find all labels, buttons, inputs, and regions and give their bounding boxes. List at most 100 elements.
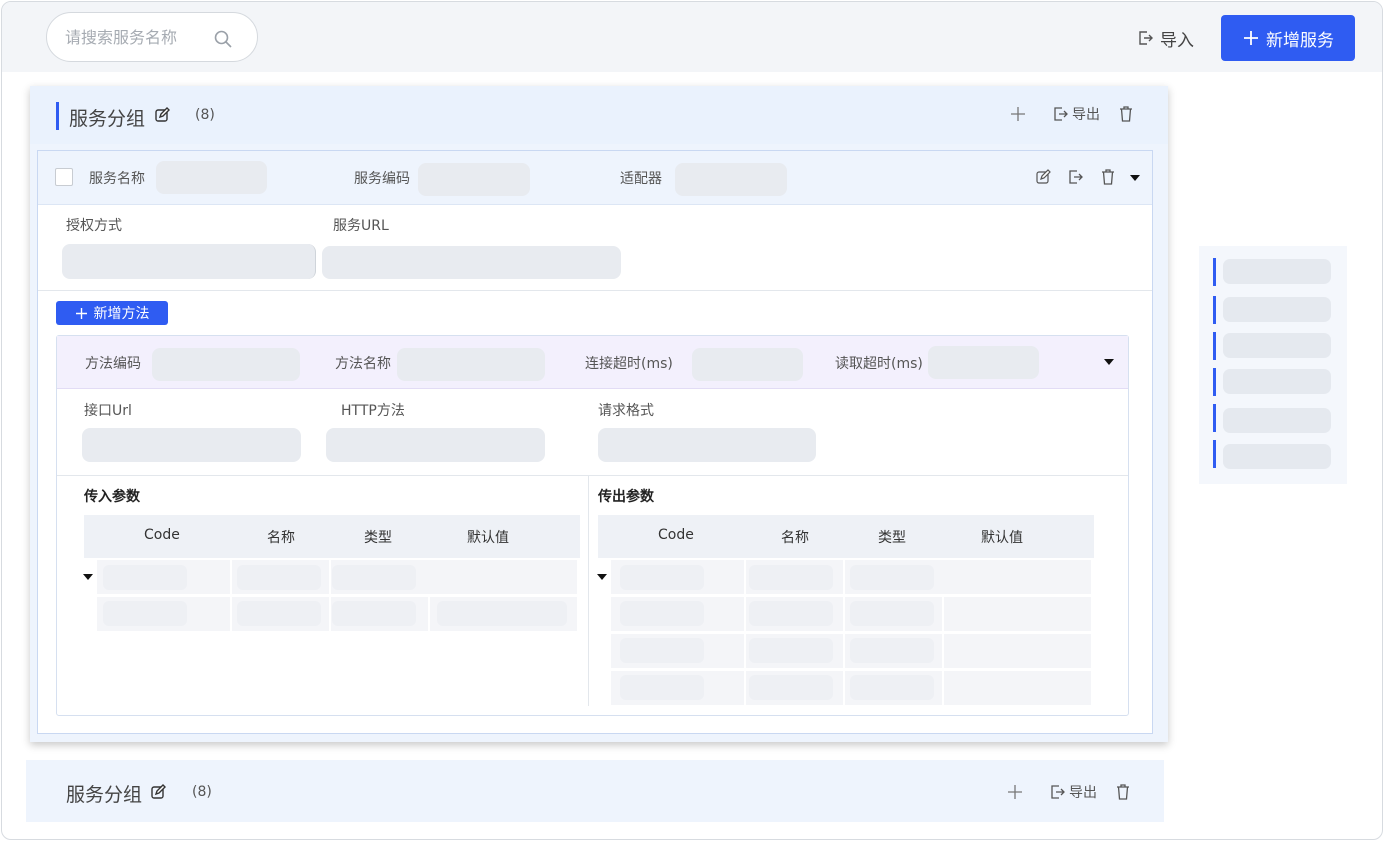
output-params-title: 传出参数 [598, 489, 654, 505]
nav-item[interactable] [1223, 408, 1331, 433]
service-checkbox[interactable] [55, 168, 73, 186]
edit-icon[interactable] [1035, 169, 1051, 185]
method-header: 方法编码 方法名称 连接超时(ms) 读取超时(ms) [57, 336, 1128, 389]
column-header: 类型 [364, 530, 392, 546]
method-code-field[interactable] [152, 348, 300, 381]
api-url-field[interactable] [82, 428, 301, 462]
adapter-field[interactable] [675, 163, 787, 196]
cell-field[interactable] [850, 565, 934, 590]
group-export-button[interactable]: 导出 [1054, 104, 1100, 124]
request-format-select[interactable] [598, 428, 816, 462]
table-header: Code 名称 类型 默认值 [84, 515, 580, 558]
group-header: 服务分组 (8) 导出 [30, 86, 1168, 144]
nav-item[interactable] [1223, 333, 1331, 358]
divider [57, 475, 1128, 476]
column-header: Code [658, 527, 694, 543]
plus-icon [1244, 31, 1258, 45]
nav-marker [1213, 332, 1216, 360]
adapter-label: 适配器 [620, 171, 662, 187]
service-code-field[interactable] [418, 163, 530, 196]
trash-icon[interactable] [1118, 106, 1134, 122]
cell-field[interactable] [237, 601, 321, 626]
divider [38, 290, 1152, 291]
plus-icon [75, 307, 87, 319]
service-group: 服务分组 (8) 导出 服务名称 服务编码 适配器 授权方式 服务URL 新增方… [30, 86, 1168, 742]
caret-down-icon[interactable] [1130, 175, 1140, 181]
plus-icon[interactable] [1007, 784, 1023, 800]
search-box[interactable] [46, 12, 258, 62]
service-url-label: 服务URL [333, 218, 389, 234]
cell-field[interactable] [332, 601, 416, 626]
nav-marker [1213, 296, 1216, 324]
cell-field[interactable] [103, 601, 187, 626]
cell-field[interactable] [103, 565, 187, 590]
group-title: 服务分组 [69, 108, 146, 130]
cell-field[interactable] [620, 675, 704, 700]
group-export-label: 导出 [1069, 785, 1097, 801]
connect-timeout-field[interactable] [692, 348, 803, 381]
cell-field[interactable] [749, 638, 833, 663]
connect-timeout-label: 连接超时(ms) [585, 356, 673, 372]
search-input[interactable] [65, 26, 205, 48]
service-name-field[interactable] [156, 161, 267, 194]
column-header: 名称 [267, 530, 295, 546]
column-header: 默认值 [981, 530, 1023, 546]
cell-field[interactable] [332, 565, 416, 590]
service-code-label: 服务编码 [354, 171, 410, 187]
export-icon [1054, 107, 1068, 121]
cell-field[interactable] [749, 601, 833, 626]
caret-down-icon[interactable] [83, 574, 93, 580]
divider [588, 476, 589, 706]
add-method-button[interactable]: 新增方法 [56, 301, 168, 325]
caret-down-icon[interactable] [597, 574, 607, 580]
search-icon[interactable] [213, 29, 233, 49]
group-title: 服务分组 [66, 784, 143, 806]
cell-field[interactable] [620, 565, 704, 590]
nav-marker [1213, 404, 1216, 432]
cell-field[interactable] [237, 565, 321, 590]
nav-item[interactable] [1223, 444, 1331, 469]
cell-field[interactable] [749, 565, 833, 590]
group-accent-bar [56, 102, 59, 130]
method-name-field[interactable] [397, 348, 545, 381]
read-timeout-label: 读取超时(ms) [835, 356, 923, 372]
method-card: 方法编码 方法名称 连接超时(ms) 读取超时(ms) 接口Url HTTP方法… [56, 335, 1129, 716]
edit-icon[interactable] [150, 784, 166, 800]
table-cell[interactable] [944, 634, 1091, 668]
auth-select[interactable] [62, 244, 316, 279]
import-icon [1139, 31, 1153, 45]
add-service-button[interactable]: 新增服务 [1221, 15, 1355, 61]
cell-field[interactable] [749, 675, 833, 700]
group-export-button[interactable]: 导出 [1051, 782, 1097, 802]
cell-field[interactable] [850, 638, 934, 663]
app-frame: 导入 新增服务 服务分组 (8) 导出 服务名称 服务编码 [1, 1, 1383, 840]
group-export-label: 导出 [1072, 107, 1100, 123]
column-header: 名称 [781, 530, 809, 546]
table-header: Code 名称 类型 默认值 [598, 515, 1094, 558]
nav-item[interactable] [1223, 369, 1331, 394]
table-cell[interactable] [944, 597, 1091, 631]
caret-down-icon[interactable] [1104, 359, 1114, 365]
nav-item[interactable] [1223, 259, 1331, 284]
read-timeout-field[interactable] [928, 346, 1039, 379]
import-button[interactable]: 导入 [1138, 26, 1194, 51]
column-header: 默认值 [467, 530, 509, 546]
cell-field[interactable] [850, 675, 934, 700]
export-icon[interactable] [1068, 169, 1084, 185]
trash-icon[interactable] [1115, 784, 1131, 800]
cell-field[interactable] [437, 601, 567, 626]
table-cell[interactable] [944, 671, 1091, 705]
cell-field[interactable] [620, 601, 704, 626]
cell-field[interactable] [850, 601, 934, 626]
service-name-label: 服务名称 [89, 171, 145, 187]
http-method-label: HTTP方法 [341, 403, 405, 419]
cell-field[interactable] [620, 638, 704, 663]
request-format-label: 请求格式 [598, 403, 654, 419]
nav-item[interactable] [1223, 297, 1331, 322]
trash-icon[interactable] [1100, 169, 1116, 185]
plus-icon[interactable] [1010, 106, 1026, 122]
group-count: (8) [192, 784, 212, 800]
service-url-field[interactable] [322, 246, 621, 279]
edit-icon[interactable] [154, 107, 170, 123]
http-method-select[interactable] [326, 428, 545, 462]
